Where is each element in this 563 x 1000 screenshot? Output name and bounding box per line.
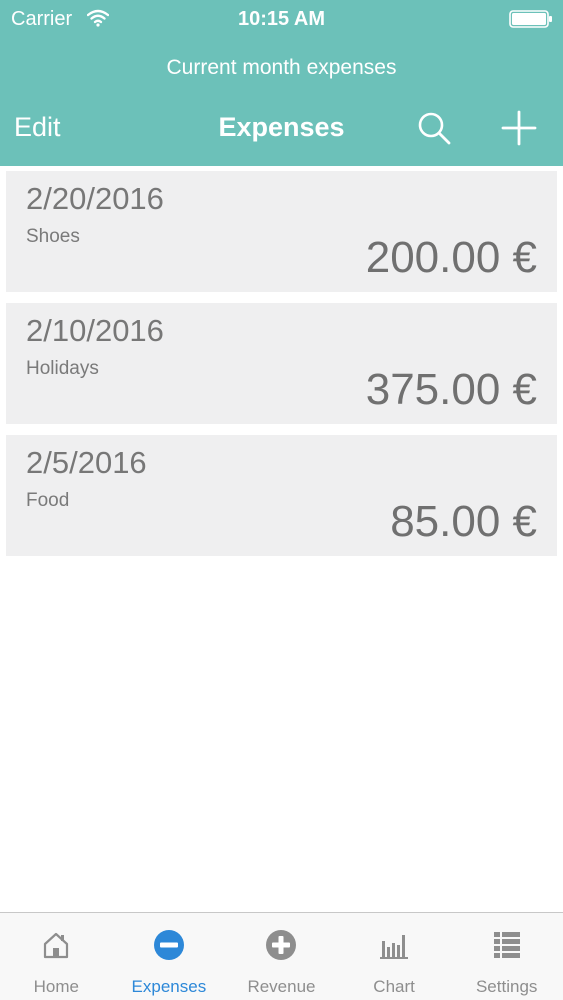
expense-amount: 375.00 €	[365, 365, 537, 414]
tab-label: Home	[33, 977, 79, 996]
tab-bar: Home Expenses Revenue Chart Settings	[0, 912, 563, 1000]
tab-expenses[interactable]: Expenses	[113, 913, 226, 1000]
expense-date: 2/5/2016	[26, 445, 147, 480]
expense-date: 2/10/2016	[26, 313, 164, 348]
page-title: Expenses	[218, 112, 345, 142]
tab-label: Chart	[373, 977, 415, 996]
search-button[interactable]	[414, 108, 454, 148]
list-icon	[493, 932, 520, 958]
plus-circle-icon	[266, 930, 297, 960]
tab-label: Expenses	[131, 977, 207, 996]
expense-amount: 85.00 €	[390, 497, 537, 546]
expenses-screen: Carrier 10:15 AM Current month expenses …	[0, 0, 563, 1000]
home-icon	[44, 932, 69, 959]
tab-settings[interactable]: Settings	[450, 913, 563, 1000]
add-expense-button[interactable]	[497, 106, 541, 150]
expense-category: Shoes	[26, 226, 80, 247]
expense-category: Holidays	[26, 358, 99, 379]
tab-chart[interactable]: Chart	[338, 913, 451, 1000]
search-icon	[418, 112, 451, 145]
expense-category: Food	[26, 490, 70, 511]
expense-row[interactable]: 2/20/2016 Shoes 200.00 €	[6, 171, 557, 292]
header-subtitle: Current month expenses	[166, 56, 397, 79]
expense-amount: 200.00 €	[365, 233, 537, 282]
bar-chart-icon	[380, 935, 409, 959]
tab-revenue[interactable]: Revenue	[225, 913, 338, 1000]
battery-icon	[509, 10, 552, 28]
tab-home[interactable]: Home	[0, 913, 113, 1000]
clock: 10:15 AM	[237, 8, 326, 30]
minus-circle-icon	[153, 930, 184, 960]
plus-icon	[501, 110, 537, 146]
tab-label: Settings	[475, 977, 538, 996]
status-bar: Carrier 10:15 AM	[0, 0, 563, 40]
tab-label: Revenue	[247, 977, 316, 996]
expense-list: 2/20/2016 Shoes 200.00 € 2/10/2016 Holid…	[6, 171, 557, 567]
expense-row[interactable]: 2/10/2016 Holidays 375.00 €	[6, 303, 557, 424]
expense-date: 2/20/2016	[26, 181, 164, 216]
expense-row[interactable]: 2/5/2016 Food 85.00 €	[6, 435, 557, 556]
header: Carrier 10:15 AM Current month expenses …	[0, 0, 563, 166]
